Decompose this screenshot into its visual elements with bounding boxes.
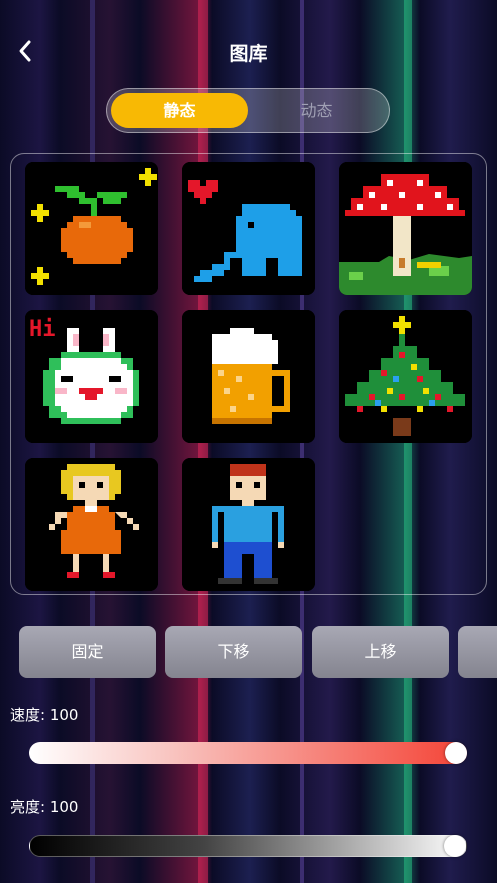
tab-dynamic[interactable]: 动态 xyxy=(248,93,385,128)
bunny-icon: Hi xyxy=(25,310,158,443)
girl-icon xyxy=(25,458,158,591)
gallery-item-bunny[interactable]: Hi xyxy=(25,310,158,443)
bunny-hi-text: Hi xyxy=(29,317,56,342)
gallery-item-beer[interactable] xyxy=(182,310,315,443)
elephant-icon xyxy=(182,162,315,295)
mode-down-button[interactable]: 下移 xyxy=(165,626,302,678)
brightness-label: 亮度: 100 xyxy=(10,798,79,816)
brightness-slider-thumb[interactable] xyxy=(444,835,466,857)
orange-icon xyxy=(25,162,158,295)
mode-fixed-button[interactable]: 固定 xyxy=(19,626,156,678)
gallery-item-boy[interactable] xyxy=(182,458,315,591)
tab-static[interactable]: 静态 xyxy=(111,93,248,128)
tree-icon xyxy=(339,310,472,443)
gallery-item-christmas-tree[interactable] xyxy=(339,310,472,443)
gallery-item-girl[interactable] xyxy=(25,458,158,591)
brightness-slider[interactable] xyxy=(29,835,467,857)
mushroom-icon xyxy=(339,162,472,295)
image-gallery: Hi xyxy=(10,153,487,595)
gallery-item-orange[interactable] xyxy=(25,162,158,295)
speed-slider[interactable] xyxy=(29,742,467,764)
mode-more-button[interactable] xyxy=(458,626,497,678)
beer-icon xyxy=(182,310,315,443)
speed-slider-thumb[interactable] xyxy=(445,742,467,764)
boy-icon xyxy=(182,458,315,591)
static-dynamic-toggle: 静态 动态 xyxy=(106,88,390,133)
gallery-item-mushroom[interactable] xyxy=(339,162,472,295)
speed-label: 速度: 100 xyxy=(10,706,79,724)
page-title: 图库 xyxy=(229,43,268,65)
header: 图库 xyxy=(0,30,497,72)
mode-up-button[interactable]: 上移 xyxy=(312,626,449,678)
gallery-item-elephant[interactable] xyxy=(182,162,315,295)
scroll-mode-bar: 固定 下移 上移 xyxy=(19,626,497,678)
